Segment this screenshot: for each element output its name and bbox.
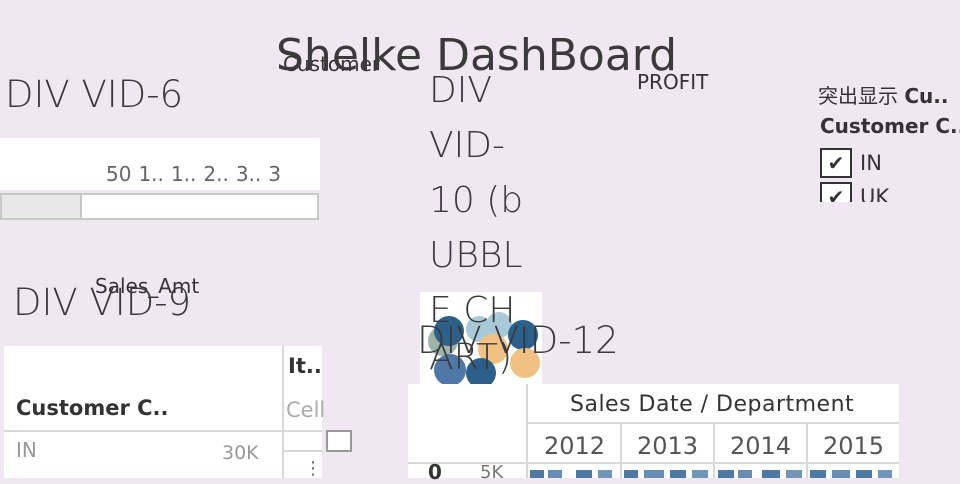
div-vid-6-axis-ticks: 50 1.. 1.. 2.. 3.. 3 [106, 162, 288, 186]
highlight-field: Cu.. [904, 84, 949, 108]
option-uk[interactable]: ✔ UK [820, 180, 960, 202]
bar-mark[interactable] [530, 470, 544, 478]
bar-mark[interactable] [878, 470, 892, 478]
div-vid-12-heading: DIV VID-12 [417, 319, 619, 362]
axis-tick: 3 [268, 162, 281, 186]
div-vid-6-chart-panel: 50 1.. 1.. 2.. 3.. 3 [0, 138, 320, 190]
axis-tick: 2.. [203, 162, 229, 186]
highlight-options-list: ✔ IN ✔ UK [820, 146, 960, 202]
heading-line: DIV [429, 70, 492, 111]
bar-mark[interactable] [856, 470, 872, 478]
heading-line: UBBL [429, 235, 523, 276]
bar-mark[interactable] [692, 470, 708, 478]
highlight-prefix: 突出显示 [818, 84, 898, 108]
axis-tick: 1.. [138, 162, 164, 186]
column-header-customer[interactable]: Customer C.. [16, 396, 169, 420]
year-2014[interactable]: 2014 [730, 432, 791, 460]
axis-tick: 50 [106, 162, 132, 186]
bar-mark[interactable] [598, 470, 612, 478]
bar-mark[interactable] [738, 470, 752, 478]
option-label: IN [860, 151, 882, 175]
div-vid-6-horizontal-scrollbar[interactable] [0, 193, 319, 220]
filter-field-name: Customer C.. [820, 114, 960, 138]
year-2013[interactable]: 2013 [637, 432, 698, 460]
div-vid-12-panel: Sales Date / Department 2012 2013 2014 2… [408, 384, 899, 484]
heading-line: VID- [429, 125, 505, 166]
bar-mark[interactable] [670, 470, 686, 478]
cell-label: Cell [286, 398, 326, 422]
scrollbar-thumb[interactable] [2, 195, 82, 218]
div-vid-6-heading: DIV VID-6 [5, 73, 184, 116]
axis-tick: 5K [480, 462, 504, 483]
axis-tick: 1.. [170, 162, 197, 186]
bar-mark[interactable] [576, 470, 592, 478]
checkbox-checked-icon[interactable]: ✔ [820, 148, 852, 178]
year-divider [713, 422, 715, 478]
bar-mark[interactable] [548, 470, 562, 478]
option-label: UK [860, 185, 890, 202]
axis-tick: 3.. [235, 162, 262, 186]
table-divider [282, 346, 284, 478]
more-options-icon[interactable]: ⋮ [304, 458, 322, 479]
year-divider [806, 422, 808, 478]
axis-label: 0 [428, 460, 442, 484]
table-divider [4, 430, 322, 432]
column-header-sales-date-department[interactable]: Sales Date / Department [570, 392, 854, 417]
bar-mark[interactable] [762, 470, 780, 478]
div-vid-9-table: It.. Customer C.. Cell IN 30K ⋮ [4, 346, 326, 479]
column-resize-handle[interactable] [326, 430, 352, 452]
year-2012[interactable]: 2012 [544, 432, 605, 460]
bar-mark[interactable] [644, 470, 664, 478]
bar-mark[interactable] [718, 470, 734, 478]
option-in[interactable]: ✔ IN [820, 146, 960, 180]
bar-mark[interactable] [832, 470, 850, 478]
div-vid-9-heading: DIV VID-9 [13, 281, 192, 324]
column-header-item[interactable]: It.. [288, 354, 322, 378]
heading-line: 10 (b [429, 180, 524, 221]
row-label[interactable]: IN [16, 438, 37, 462]
year-divider [620, 422, 622, 478]
table-divider [282, 450, 322, 452]
row-value: 30K [222, 442, 259, 464]
bar-mark[interactable] [810, 470, 826, 478]
checkbox-checked-icon[interactable]: ✔ [820, 182, 852, 202]
bar-mark[interactable] [786, 470, 802, 478]
year-2015[interactable]: 2015 [823, 432, 884, 460]
highlight-filter-title: 突出显示 Cu.. [818, 80, 948, 109]
bar-mark[interactable] [624, 470, 638, 478]
